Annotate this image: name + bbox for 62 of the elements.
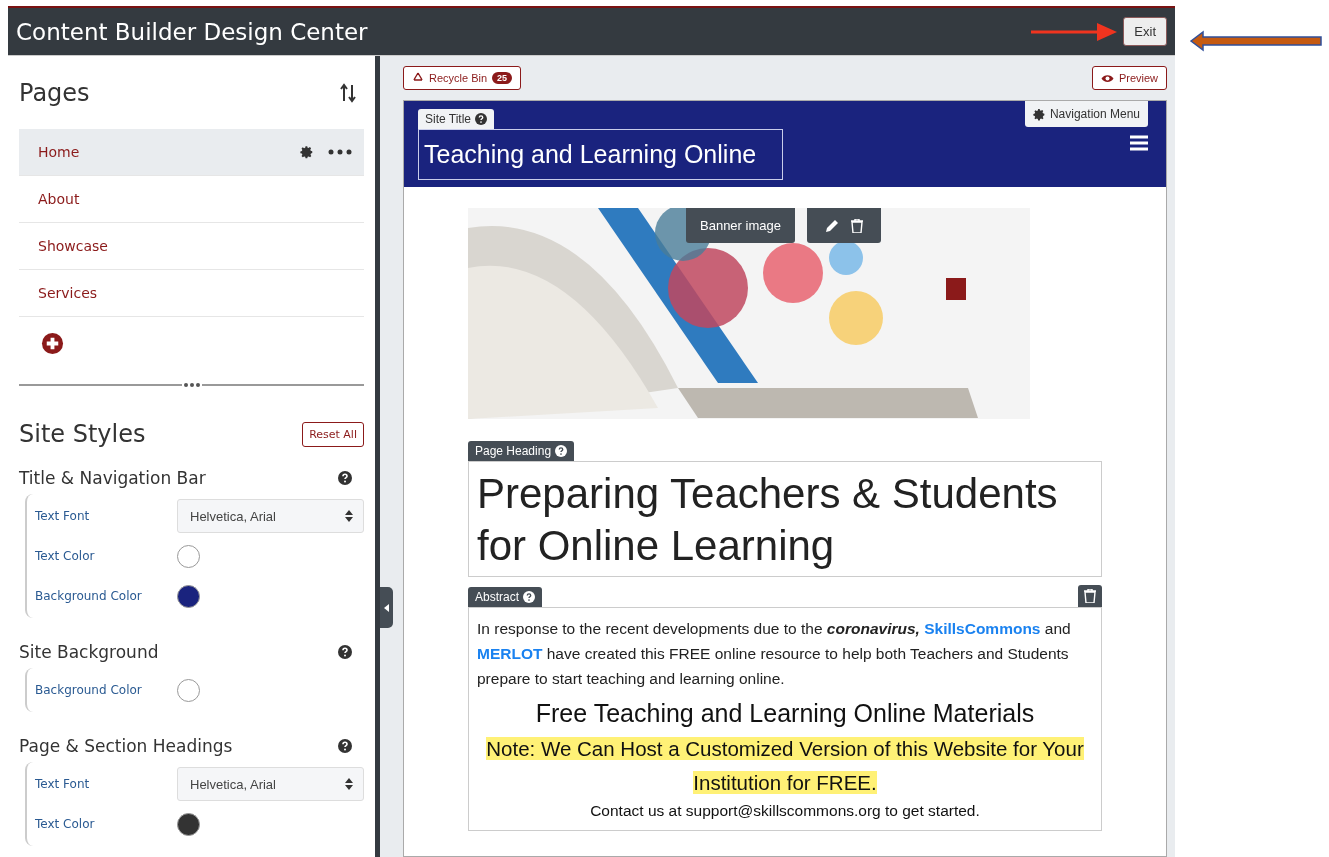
settings-icon xyxy=(1032,107,1046,121)
collapse-handle[interactable] xyxy=(380,587,393,628)
eye-icon xyxy=(1100,73,1114,83)
trash-icon[interactable] xyxy=(850,218,863,233)
banner-label: Banner image xyxy=(686,208,795,243)
panel-heading: Site Styles xyxy=(19,420,146,448)
contact-text: Contact us at support@skillscommons.org to get started. xyxy=(589,802,981,820)
settings-icon[interactable] xyxy=(300,145,314,159)
color-swatch[interactable] xyxy=(177,812,200,836)
section-tag: Page Heading xyxy=(468,441,575,461)
more-icon[interactable] xyxy=(328,149,352,155)
color-swatch[interactable] xyxy=(177,678,200,702)
delete-button[interactable] xyxy=(1078,585,1102,607)
page-item[interactable]: Showcase xyxy=(19,223,364,270)
setting-label: Text Font xyxy=(35,509,91,523)
help-icon[interactable] xyxy=(523,591,535,603)
help-icon[interactable] xyxy=(338,739,352,753)
site-title[interactable]: Teaching and Learning Online xyxy=(418,129,783,180)
section-tag: Abstract xyxy=(468,587,542,607)
caret-icon xyxy=(345,778,353,790)
window-title: Content Builder Design Center xyxy=(16,18,369,45)
section-tag: Site Title xyxy=(418,109,495,129)
section-heading: Title & Navigation Bar xyxy=(19,468,206,488)
help-icon[interactable] xyxy=(475,113,488,125)
exit-button[interactable]: Exit xyxy=(1123,17,1167,46)
add-icon[interactable] xyxy=(41,331,64,355)
link[interactable]: MERLOT xyxy=(477,645,543,662)
arrow-icon xyxy=(1189,30,1323,52)
sort-icon[interactable] xyxy=(340,82,356,103)
setting-label: Background Color xyxy=(35,589,143,603)
preview-button[interactable]: Preview xyxy=(1091,66,1167,90)
drag-handle-icon[interactable] xyxy=(181,382,202,388)
menu-icon[interactable] xyxy=(1130,135,1148,151)
page-item[interactable]: About xyxy=(19,176,364,223)
caret-icon xyxy=(384,603,389,612)
section-heading: Free Teaching and Learning Online Materials xyxy=(534,699,1036,728)
color-swatch[interactable] xyxy=(177,544,200,568)
color-swatch[interactable] xyxy=(177,584,200,608)
count-badge: 25 xyxy=(492,72,513,84)
help-icon[interactable] xyxy=(555,445,568,457)
section-heading: Page & Section Headings xyxy=(19,736,233,756)
trash-icon xyxy=(1084,589,1096,603)
navigation-menu-button[interactable]: Navigation Menu xyxy=(1024,101,1148,127)
recycle-bin-button[interactable]: Recycle Bin 25 xyxy=(403,66,522,90)
setting-label: Text Font xyxy=(35,777,91,791)
abstract-paragraph: In response to the recent developments due to the coronavirus, SkillsCommons and MERLOT have created this FREE online resource to help both Teachers and Students prepare to start teaching and learning online. xyxy=(477,619,1072,689)
panel-heading: Pages xyxy=(19,78,90,107)
help-icon[interactable] xyxy=(338,645,352,659)
section-heading: Site Background xyxy=(19,642,159,662)
link[interactable]: SkillsCommons xyxy=(924,620,1041,637)
font-select[interactable]: Helvetica, Arial xyxy=(177,767,364,801)
font-select[interactable]: Helvetica, Arial xyxy=(177,499,364,533)
page-item[interactable]: Home xyxy=(19,129,364,176)
page-item[interactable]: Services xyxy=(19,270,364,317)
setting-label: Text Color xyxy=(35,549,96,563)
edit-icon[interactable] xyxy=(824,218,839,233)
setting-label: Text Color xyxy=(35,817,96,831)
setting-label: Background Color xyxy=(35,683,143,697)
help-icon[interactable] xyxy=(338,471,352,485)
caret-icon xyxy=(345,510,353,522)
highlighted-note: Note: We Can Host a Customized Version of this Website for Your Institution for FREE. xyxy=(485,736,1085,796)
reset-all-button[interactable]: Reset All xyxy=(302,421,364,447)
